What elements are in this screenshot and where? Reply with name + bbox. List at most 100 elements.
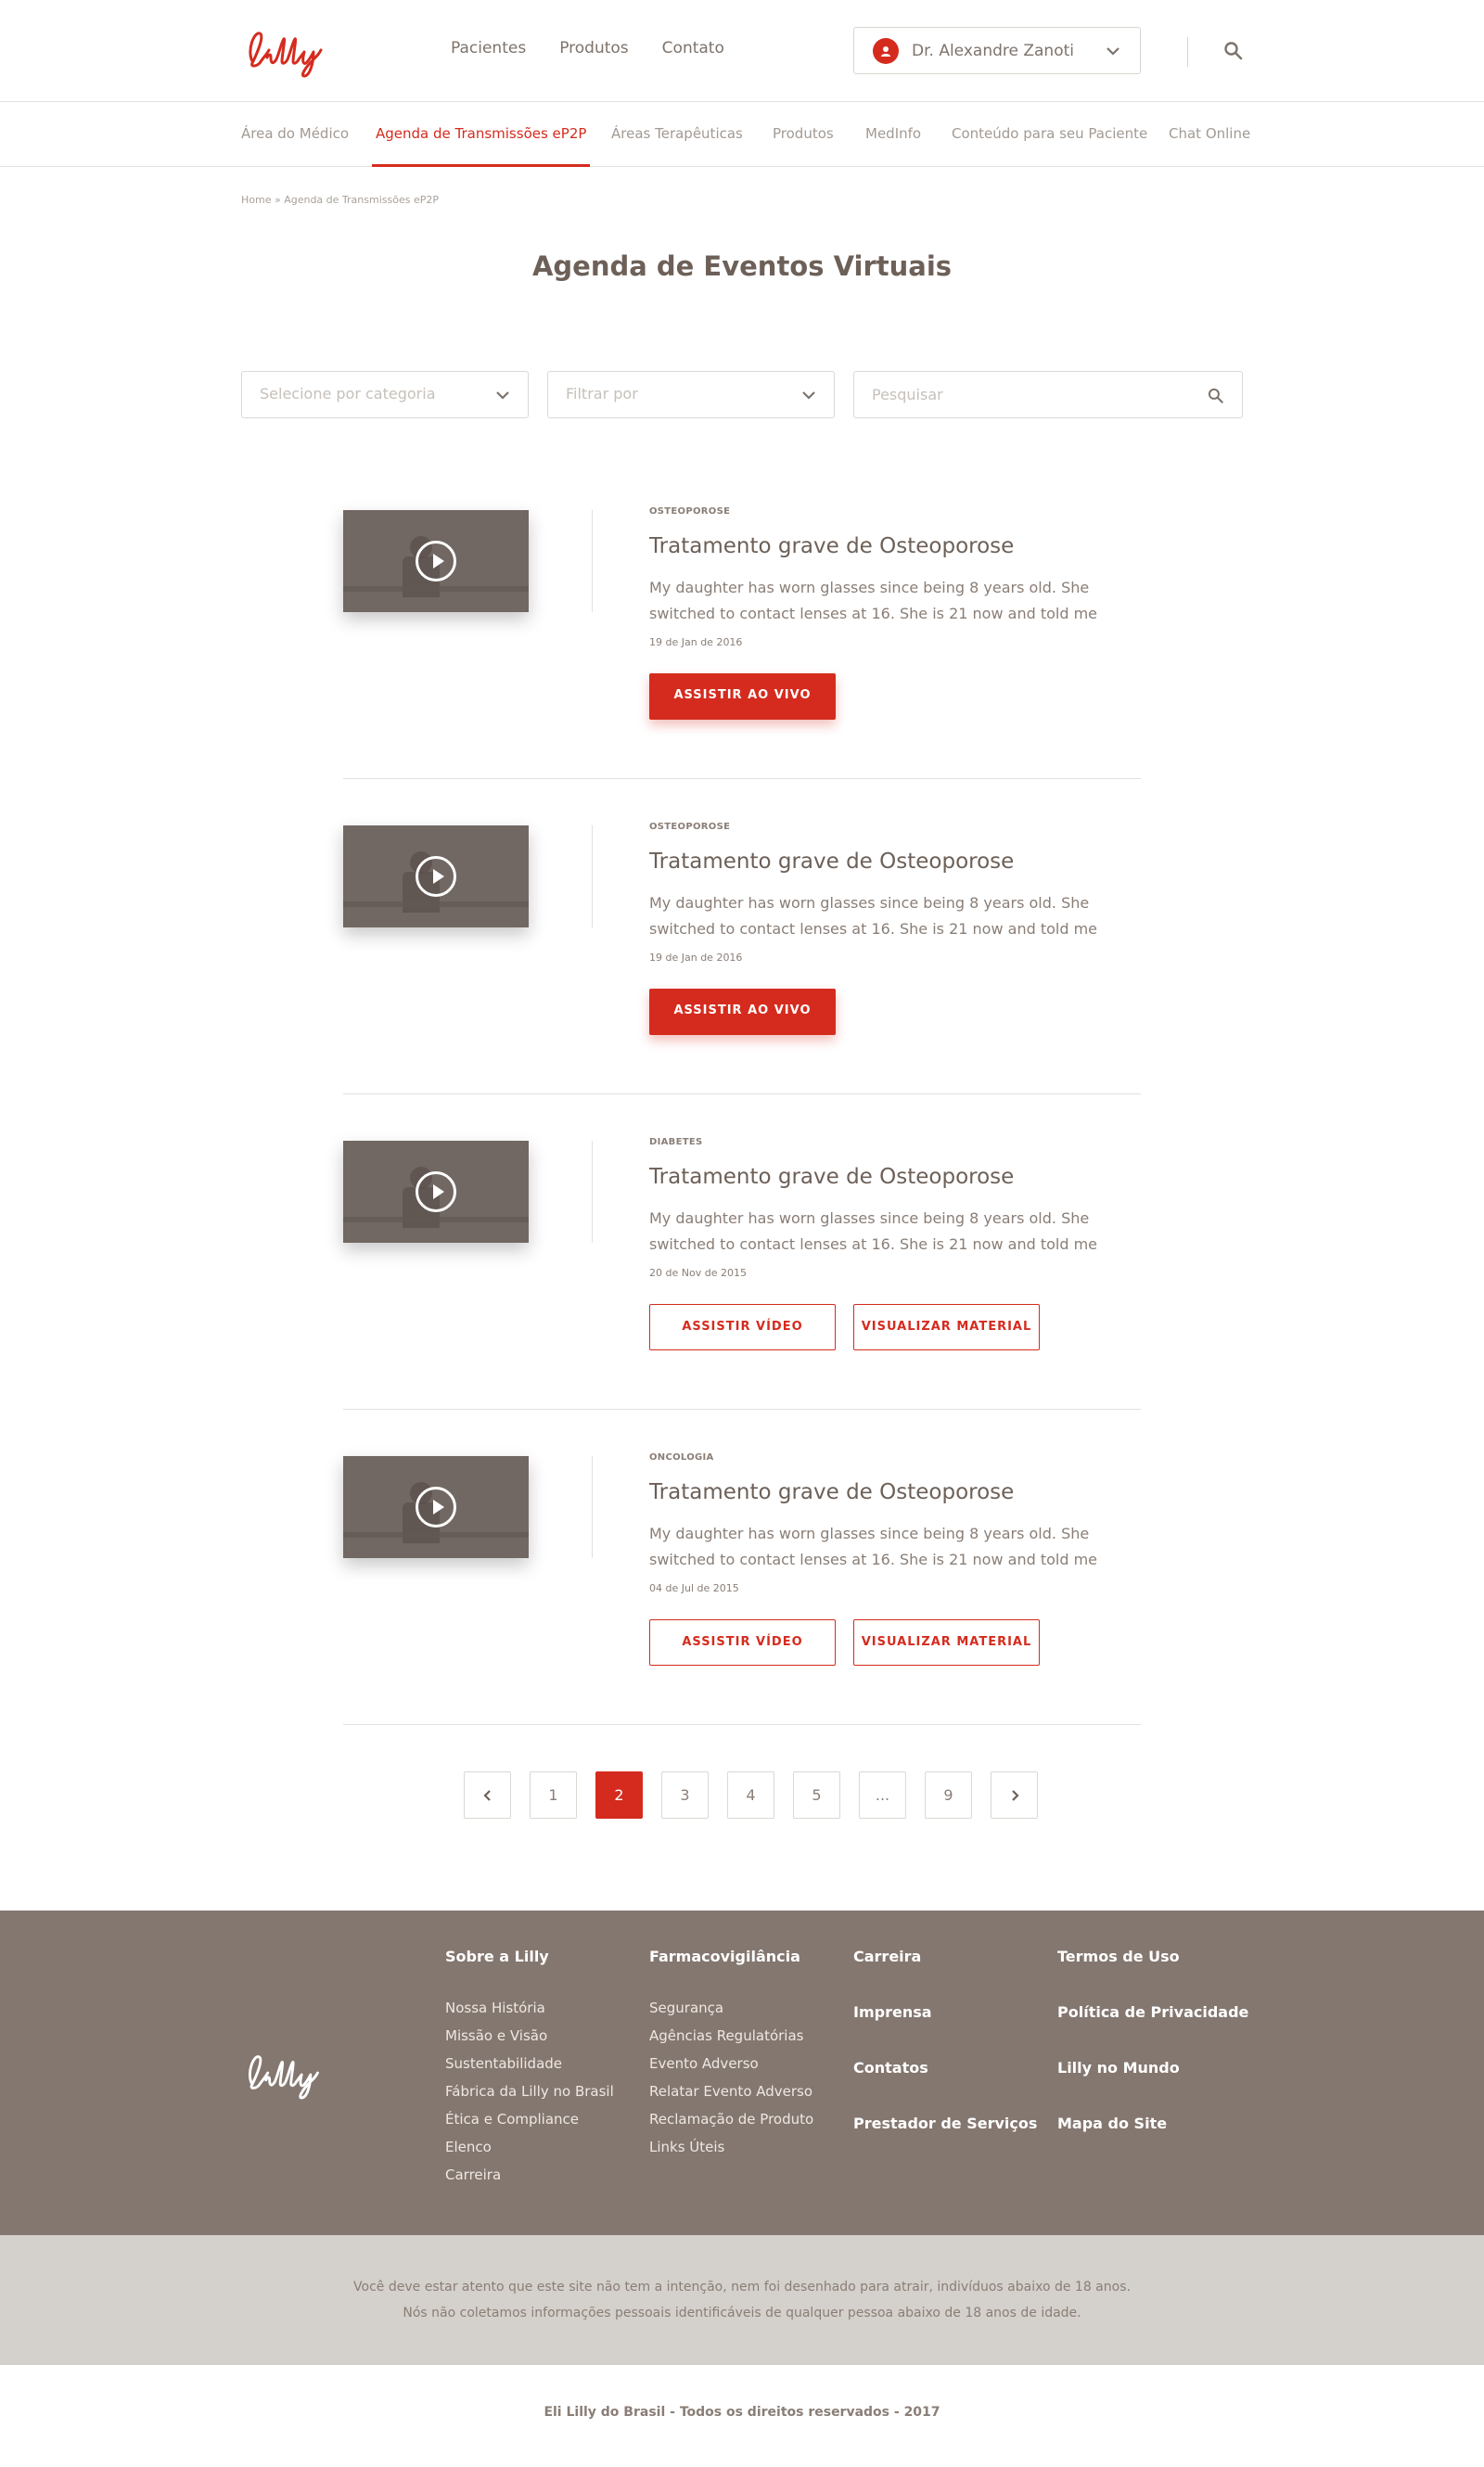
footer-link[interactable]: Elenco	[445, 2133, 614, 2161]
event-title[interactable]: Tratamento grave de Osteoporose	[649, 1165, 1014, 1189]
page-ellipsis: ...	[859, 1771, 906, 1819]
footer-col-3: Carreira Imprensa Contatos Prestador de …	[853, 1948, 1037, 2170]
event-card: OSTEOPOROSE Tratamento grave de Osteopor…	[343, 464, 1141, 779]
footer-heading[interactable]: Sobre a Lilly	[445, 1948, 614, 1965]
lilly-logo[interactable]	[239, 22, 332, 80]
pagination: 1 2 3 4 5 ... 9	[464, 1771, 1038, 1819]
page-button[interactable]: 1	[530, 1771, 577, 1819]
event-date: 19 de Jan de 2016	[649, 636, 743, 648]
lilly-logo-footer[interactable]	[239, 2045, 328, 2103]
header-divider	[1187, 37, 1188, 67]
user-menu[interactable]: Dr. Alexandre Zanoti	[853, 27, 1141, 74]
page-button[interactable]: 5	[793, 1771, 840, 1819]
view-material-button[interactable]: VISUALIZAR MATERIAL	[853, 1304, 1040, 1350]
chevron-down-icon	[1107, 47, 1119, 56]
event-description: My daughter has worn glasses since being…	[649, 1521, 1113, 1573]
divider	[592, 1141, 593, 1243]
tab-areas-terapeuticas[interactable]: Áreas Terapêuticas	[611, 102, 743, 167]
category-select[interactable]: Selecione por categoria	[241, 371, 529, 418]
tab-area-do-medico[interactable]: Área do Médico	[241, 102, 349, 167]
site-footer: Sobre a Lilly Nossa História Missão e Vi…	[0, 1911, 1484, 2235]
age-disclaimer: Você deve estar atento que este site não…	[0, 2235, 1484, 2365]
footer-heading[interactable]: Farmacovigilância	[649, 1948, 813, 1965]
event-description-line: My daughter has worn glasses since being…	[649, 1525, 1090, 1542]
play-icon[interactable]	[416, 541, 456, 582]
footer-link[interactable]: Reclamação de Produto	[649, 2105, 813, 2133]
thumbnail-table	[343, 901, 529, 907]
footer-link[interactable]: Links Úteis	[649, 2133, 813, 2161]
footer-link-bold[interactable]: Política de Privacidade	[1057, 2003, 1248, 2022]
video-thumbnail[interactable]	[343, 1456, 529, 1558]
next-page-button[interactable]	[991, 1771, 1038, 1819]
page-button[interactable]: 3	[661, 1771, 709, 1819]
event-description-line: My daughter has worn glasses since being…	[649, 1209, 1090, 1227]
tab-agenda-transmissoes[interactable]: Agenda de Transmissões eP2P	[371, 102, 591, 167]
nav-pacientes[interactable]: Pacientes	[451, 39, 526, 58]
watch-video-button[interactable]: ASSISTIR VÍDEO	[649, 1304, 836, 1350]
footer-link[interactable]: Evento Adverso	[649, 2050, 813, 2077]
event-card: ONCOLOGIA Tratamento grave de Osteoporos…	[343, 1410, 1141, 1725]
footer-link[interactable]: Fábrica da Lilly no Brasil	[445, 2077, 614, 2105]
page-button-current[interactable]: 2	[595, 1771, 643, 1819]
event-card: DIABETES Tratamento grave de Osteoporose…	[343, 1094, 1141, 1410]
footer-col-farmacovigilancia: Farmacovigilância Segurança Agências Reg…	[649, 1948, 813, 2161]
breadcrumb[interactable]: Home » Agenda de Transmissões eP2P	[241, 194, 439, 206]
footer-link[interactable]: Agências Regulatórias	[649, 2022, 813, 2050]
tab-medinfo[interactable]: MedInfo	[865, 102, 921, 167]
view-material-button[interactable]: VISUALIZAR MATERIAL	[853, 1619, 1040, 1666]
footer-link-bold[interactable]: Carreira	[853, 1948, 1037, 1966]
footer-link[interactable]: Nossa História	[445, 1994, 614, 2022]
search-icon[interactable]	[1222, 40, 1245, 62]
tab-chat-online[interactable]: Chat Online	[1169, 102, 1250, 167]
event-date: 19 de Jan de 2016	[649, 952, 743, 964]
chevron-down-icon	[496, 391, 509, 400]
footer-link[interactable]: Missão e Visão	[445, 2022, 614, 2050]
watch-live-button[interactable]: ASSISTIR AO VIVO	[649, 989, 836, 1035]
video-thumbnail[interactable]	[343, 510, 529, 612]
event-description-line: switched to contact lenses at 16. She is…	[649, 1235, 1098, 1253]
search-icon[interactable]	[1207, 387, 1225, 405]
chevron-right-icon	[1011, 1789, 1019, 1801]
filter-select[interactable]: Filtrar por	[547, 371, 835, 418]
nav-produtos[interactable]: Produtos	[559, 39, 628, 58]
event-title[interactable]: Tratamento grave de Osteoporose	[649, 1480, 1014, 1504]
footer-link-bold[interactable]: Lilly no Mundo	[1057, 2059, 1248, 2077]
event-description: My daughter has worn glasses since being…	[649, 1206, 1113, 1258]
event-title[interactable]: Tratamento grave de Osteoporose	[649, 534, 1014, 558]
footer-col-4: Termos de Uso Política de Privacidade Li…	[1057, 1948, 1248, 2170]
divider	[592, 510, 593, 612]
footer-link[interactable]: Carreira	[445, 2161, 614, 2189]
page-button[interactable]: 4	[727, 1771, 774, 1819]
tab-produtos[interactable]: Produtos	[773, 102, 834, 167]
event-description-line: switched to contact lenses at 16. She is…	[649, 1551, 1098, 1568]
footer-link-bold[interactable]: Mapa do Site	[1057, 2115, 1248, 2133]
tab-conteudo-paciente[interactable]: Conteúdo para seu Paciente	[952, 102, 1147, 167]
play-icon[interactable]	[416, 856, 456, 897]
footer-link[interactable]: Segurança	[649, 1994, 813, 2022]
footer-link[interactable]: Relatar Evento Adverso	[649, 2077, 813, 2105]
section-nav: Área do Médico Agenda de Transmissões eP…	[0, 102, 1484, 167]
play-icon[interactable]	[416, 1487, 456, 1527]
footer-link-bold[interactable]: Contatos	[853, 2059, 1037, 2077]
copyright: Eli Lilly do Brasil - Todos os direitos …	[544, 2405, 940, 2420]
event-description-line: My daughter has worn glasses since being…	[649, 579, 1090, 596]
nav-contato[interactable]: Contato	[662, 39, 724, 58]
event-title[interactable]: Tratamento grave de Osteoporose	[649, 850, 1014, 874]
page-button[interactable]: 9	[925, 1771, 972, 1819]
footer-link-bold[interactable]: Termos de Uso	[1057, 1948, 1248, 1966]
footer-link[interactable]: Ética e Compliance	[445, 2105, 614, 2133]
play-icon[interactable]	[416, 1171, 456, 1212]
video-thumbnail[interactable]	[343, 825, 529, 927]
watch-live-button[interactable]: ASSISTIR AO VIVO	[649, 673, 836, 720]
search-input[interactable]	[854, 372, 1242, 417]
watch-video-button[interactable]: ASSISTIR VÍDEO	[649, 1619, 836, 1666]
prev-page-button[interactable]	[464, 1771, 511, 1819]
footer-link-bold[interactable]: Imprensa	[853, 2003, 1037, 2022]
chevron-left-icon	[482, 1789, 491, 1801]
footer-link-bold[interactable]: Prestador de Serviços	[853, 2115, 1037, 2133]
event-category: DIABETES	[649, 1137, 703, 1147]
category-select-placeholder: Selecione por categoria	[260, 385, 436, 403]
footer-link[interactable]: Sustentabilidade	[445, 2050, 614, 2077]
divider	[592, 825, 593, 927]
video-thumbnail[interactable]	[343, 1141, 529, 1243]
